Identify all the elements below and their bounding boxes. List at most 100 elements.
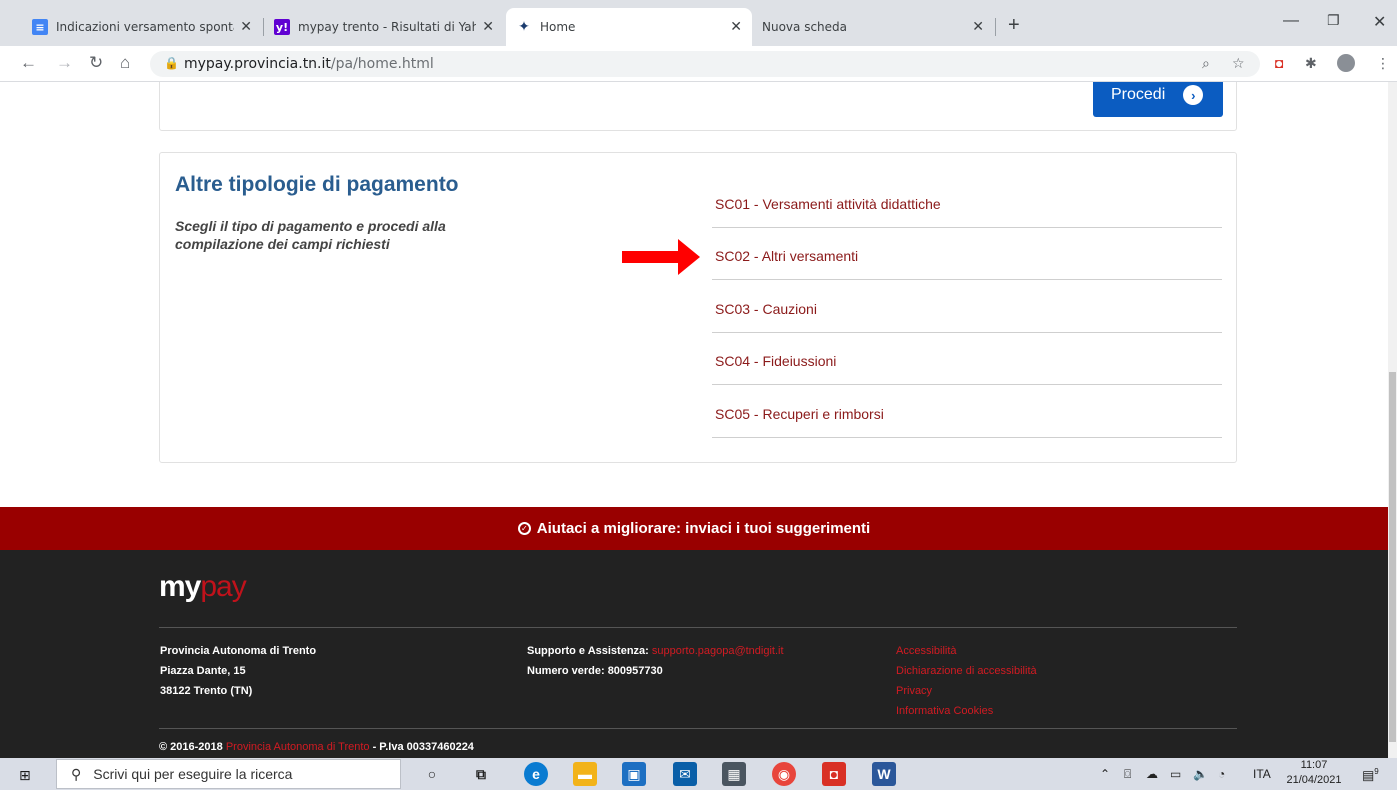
browser-toolbar: ← → ↻ ⌂ 🔒 mypay.provincia.tn.it/pa/home.… bbox=[0, 46, 1397, 82]
payment-type-list: SC01 - Versamenti attività didattiche SC… bbox=[712, 175, 1222, 438]
extensions-puzzle-icon[interactable]: ✱ bbox=[1305, 55, 1317, 72]
address-line: Provincia Autonoma di Trento bbox=[160, 645, 317, 657]
payment-type-sc02[interactable]: SC02 - Altri versamenti bbox=[712, 228, 1222, 280]
close-icon[interactable]: ✕ bbox=[972, 19, 984, 35]
payment-type-sc05[interactable]: SC05 - Recuperi e rimborsi bbox=[712, 385, 1222, 438]
address-line: Piazza Dante, 15 bbox=[160, 665, 246, 677]
payment-type-sc01[interactable]: SC01 - Versamenti attività didattiche bbox=[712, 175, 1222, 228]
onedrive-icon[interactable]: ☁ bbox=[1146, 767, 1158, 781]
support-email-link[interactable]: supporto.pagopa@tndigit.it bbox=[652, 645, 784, 657]
notification-icon[interactable]: ▤9 bbox=[1362, 767, 1379, 783]
page-content: Procedi › Altre tipologie di pagamento S… bbox=[0, 82, 1388, 758]
tray-app-icon[interactable]: ⌼ bbox=[1124, 767, 1131, 782]
lock-icon: 🔒 bbox=[164, 56, 179, 70]
clock[interactable]: 11:07 21/04/2021 bbox=[1286, 758, 1342, 788]
altre-tipologie-card: Altre tipologie di pagamento Scegli il t… bbox=[159, 152, 1237, 463]
forward-icon[interactable]: → bbox=[56, 53, 73, 73]
tab-title: Home bbox=[540, 20, 576, 34]
tab-separator bbox=[995, 18, 996, 36]
url-text[interactable]: mypay.provincia.tn.it/pa/home.html bbox=[184, 56, 434, 72]
search-icon: ⚲ bbox=[71, 765, 82, 782]
feedback-bar[interactable]: ✓ Aiutaci a migliorare: inviaci i tuoi s… bbox=[0, 507, 1388, 550]
menu-kebab-icon[interactable]: ⋮ bbox=[1376, 55, 1390, 72]
notification-count: 9 bbox=[1374, 767, 1379, 776]
doc-icon: ≡ bbox=[32, 19, 48, 35]
footer-support: Supporto e Assistenza: supporto.pagopa@t… bbox=[527, 641, 784, 681]
reload-icon[interactable]: ↻ bbox=[89, 53, 103, 73]
tab-home[interactable]: ✦ Home ✕ bbox=[506, 8, 752, 46]
window-close-icon[interactable]: ✕ bbox=[1373, 12, 1386, 32]
highlight-arrow-icon bbox=[622, 239, 700, 275]
yahoo-icon: y! bbox=[274, 19, 290, 35]
search-placeholder: Scrivi qui per eseguire la ricerca bbox=[93, 766, 293, 782]
link-accessibilita[interactable]: Accessibilità bbox=[896, 641, 1037, 661]
payment-type-sc03[interactable]: SC03 - Cauzioni bbox=[712, 280, 1222, 333]
browser-tabstrip: ≡ Indicazioni versamento spontane ✕ y! m… bbox=[0, 0, 1397, 46]
close-icon[interactable]: ✕ bbox=[730, 19, 742, 35]
footer-divider bbox=[159, 627, 1237, 628]
tab-title: mypay trento - Risultati di Yahoo bbox=[298, 20, 477, 34]
footer-links: Accessibilità Dichiarazione di accessibi… bbox=[896, 641, 1037, 721]
address-bar[interactable]: 🔒 mypay.provincia.tn.it/pa/home.html ⌕ ☆ bbox=[150, 51, 1260, 77]
address-line: 38122 Trento (TN) bbox=[160, 685, 253, 697]
tab-indicazioni[interactable]: ≡ Indicazioni versamento spontane ✕ bbox=[22, 8, 262, 46]
mail-icon[interactable]: ✉ bbox=[673, 762, 697, 786]
taskbar-search-input[interactable]: ⚲ Scrivi qui per eseguire la ricerca bbox=[56, 759, 401, 789]
shield-app-icon[interactable]: ◘ bbox=[822, 762, 846, 786]
link-informativa-cookies[interactable]: Informativa Cookies bbox=[896, 701, 1037, 721]
section-title: Altre tipologie di pagamento bbox=[175, 173, 459, 196]
footer-divider bbox=[159, 728, 1237, 729]
page-scrollbar[interactable] bbox=[1388, 82, 1397, 758]
copyright: © 2016-2018 Provincia Autonoma di Trento… bbox=[159, 741, 474, 753]
extension-shield-icon[interactable]: ◘ bbox=[1275, 55, 1283, 71]
check-circle-icon: ✓ bbox=[517, 522, 531, 535]
tab-title: Nuova scheda bbox=[762, 20, 848, 34]
battery-icon[interactable]: ▭ bbox=[1170, 767, 1181, 781]
procedi-button[interactable]: Procedi › bbox=[1093, 82, 1223, 117]
footer: mypay Provincia Autonoma di Trento Piazz… bbox=[0, 550, 1388, 758]
procedi-label: Procedi bbox=[1111, 86, 1166, 103]
phone-number: Numero verde: 800957730 bbox=[527, 665, 663, 677]
copyright-link[interactable]: Provincia Autonoma di Trento bbox=[226, 741, 370, 753]
close-icon[interactable]: ✕ bbox=[482, 19, 494, 35]
store-icon[interactable]: ▣ bbox=[622, 762, 646, 786]
chevron-right-icon: › bbox=[1183, 85, 1204, 105]
tab-title: Indicazioni versamento spontane bbox=[56, 20, 234, 34]
chrome-icon[interactable]: ◉ bbox=[772, 762, 796, 786]
previous-card: Procedi › bbox=[159, 82, 1237, 131]
scrollbar-thumb[interactable] bbox=[1389, 372, 1396, 742]
feedback-label: Aiutaci a migliorare: inviaci i tuoi sug… bbox=[536, 520, 871, 537]
link-privacy[interactable]: Privacy bbox=[896, 681, 1037, 701]
tab-yahoo[interactable]: y! mypay trento - Risultati di Yahoo ✕ bbox=[264, 8, 504, 46]
support-label: Supporto e Assistenza: bbox=[527, 645, 652, 657]
section-subtitle: Scegli il tipo di pagamento e procedi al… bbox=[175, 218, 446, 252]
tab-nuova-scheda[interactable]: Nuova scheda ✕ bbox=[752, 8, 994, 46]
word-icon[interactable]: W bbox=[872, 762, 896, 786]
link-dichiarazione-accessibilita[interactable]: Dichiarazione di accessibilità bbox=[896, 661, 1037, 681]
new-tab-button[interactable]: + bbox=[1008, 14, 1020, 37]
close-icon[interactable]: ✕ bbox=[240, 19, 252, 35]
restore-icon[interactable]: ❐ bbox=[1327, 12, 1340, 29]
edge-icon[interactable]: e bbox=[524, 762, 548, 786]
wifi-icon[interactable]: ◔ bbox=[1218, 767, 1225, 781]
back-icon[interactable]: ← bbox=[20, 53, 37, 73]
home-icon[interactable]: ⌂ bbox=[120, 53, 130, 73]
windows-taskbar: ⊞ ⚲ Scrivi qui per eseguire la ricerca ○… bbox=[0, 758, 1397, 790]
file-explorer-icon[interactable]: ▬ bbox=[573, 762, 597, 786]
profile-avatar[interactable] bbox=[1337, 54, 1355, 72]
calculator-icon[interactable]: ▦ bbox=[722, 762, 746, 786]
zoom-icon[interactable]: ⌕ bbox=[1202, 55, 1210, 72]
language-indicator[interactable]: ITA bbox=[1253, 767, 1271, 781]
volume-icon[interactable]: 🔈 bbox=[1193, 767, 1208, 781]
task-view-icon[interactable]: ⧉ bbox=[469, 762, 493, 786]
minimize-icon[interactable]: — bbox=[1283, 12, 1299, 30]
mypay-logo[interactable]: mypay bbox=[159, 570, 247, 604]
chevron-up-icon[interactable]: ⌃ bbox=[1100, 767, 1110, 781]
footer-address: Provincia Autonoma di Trento Piazza Dant… bbox=[160, 641, 316, 701]
cortana-icon[interactable]: ○ bbox=[420, 762, 444, 786]
mypay-icon: ✦ bbox=[518, 19, 530, 35]
clock-time: 11:07 bbox=[1300, 759, 1328, 771]
payment-type-sc04[interactable]: SC04 - Fideiussioni bbox=[712, 333, 1222, 385]
bookmark-star-icon[interactable]: ☆ bbox=[1232, 55, 1245, 72]
windows-start-icon[interactable]: ⊞ bbox=[19, 767, 31, 784]
